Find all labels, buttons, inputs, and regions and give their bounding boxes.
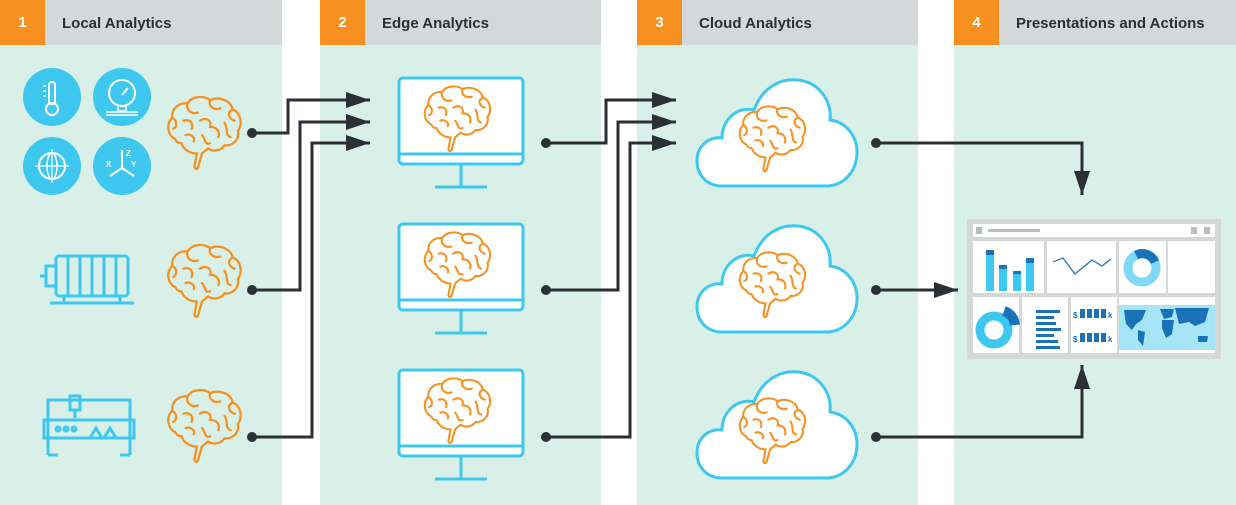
axis-x-label: X [106,160,112,169]
accelerometer-xyz-icon: Z X Y [93,137,151,195]
edge-monitor [397,368,525,481]
cloud-node [695,224,859,334]
temperature-sensor-icon [23,68,81,126]
currency-symbol: $ [1073,311,1078,320]
cloud-node [695,78,859,188]
brain-icon [167,243,242,318]
dashboard-illustration: $ k $ k [967,219,1221,359]
brain-icon [167,388,242,463]
electric-motor-icon [40,254,134,305]
edge-monitor [397,76,525,189]
axis-z-label: Z [126,149,131,158]
axis-y-label: Y [131,160,137,169]
pressure-gauge-icon [93,68,151,126]
connectors [252,92,1090,439]
currency-symbol: $ [1073,335,1078,344]
cnc-machine-icon [42,394,136,457]
diagram-art: Z X Y $ k $ k [23,68,1221,481]
cloud-node [695,370,859,480]
unit-suffix: k [1108,335,1113,344]
gyroscope-icon [23,137,81,195]
unit-suffix: k [1108,311,1113,320]
edge-monitor [397,222,525,335]
brain-icon [167,95,242,170]
